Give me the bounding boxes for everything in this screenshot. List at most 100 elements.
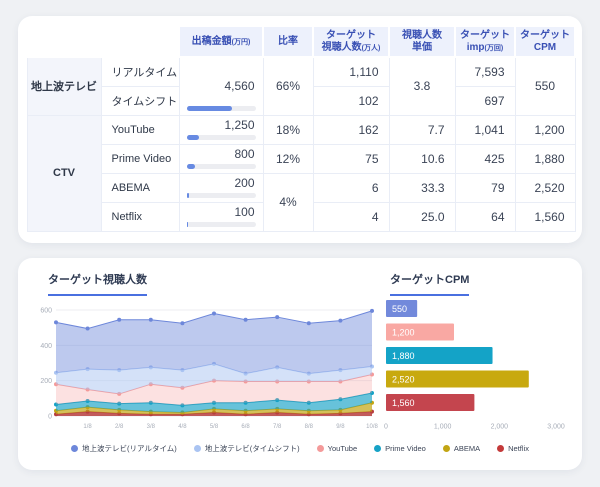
legend-label: 地上波テレビ(タイムシフト): [205, 443, 300, 454]
spend-bar-track: [187, 135, 256, 140]
col-header-unitcost: 視聴人数 単価: [389, 26, 455, 57]
col-header-cpm-line2: CPM: [516, 42, 574, 54]
svg-text:0: 0: [48, 414, 52, 421]
unitcost-cell-netflix: 25.0: [389, 202, 455, 231]
col-header-spend: 出稿金額(万円): [179, 26, 263, 57]
ratio-cell-abema-netflix: 4%: [263, 173, 313, 231]
spend-bar-track: [187, 193, 256, 198]
legend-item-2[interactable]: YouTube: [317, 444, 357, 453]
col-header-spend-unit: (万円): [232, 39, 251, 46]
spend-bar-fill: [187, 135, 199, 140]
audience-cell-prime-video: 75: [313, 144, 389, 173]
legend-marker-icon: [194, 445, 201, 452]
col-header-cpm-line1: ターゲット: [516, 30, 574, 42]
ratio-cell-youtube: 18%: [263, 115, 313, 144]
imp-cell-realtime: 7,593: [455, 57, 515, 86]
audience-cell-youtube: 162: [313, 115, 389, 144]
spend-cell-abema: 200: [179, 173, 263, 202]
cpm-cell-abema: 2,520: [515, 173, 575, 202]
svg-text:600: 600: [40, 308, 52, 315]
spend-bar-track: [187, 164, 256, 169]
svg-text:1/8: 1/8: [83, 424, 92, 430]
corner-cell: [27, 26, 179, 57]
spend-value-terrestrial: 4,560: [224, 79, 254, 93]
spend-cell-youtube: 1,250: [179, 115, 263, 144]
col-header-unitcost-line2: 単価: [390, 42, 454, 54]
spend-value-prime-video: 800: [234, 147, 254, 161]
svg-text:2,520: 2,520: [392, 375, 415, 385]
legend-marker-icon: [497, 445, 504, 452]
group-cell-terrestrial: 地上波テレビ: [27, 57, 101, 115]
legend-marker-icon: [317, 445, 324, 452]
target-cpm-bar-chart: 5501,2001,8802,5201,56001,0002,0003,000: [384, 298, 580, 438]
legend-marker-icon: [443, 445, 450, 452]
col-header-cpm: ターゲット CPM: [515, 26, 575, 57]
col-header-spend-label: 出稿金額: [192, 36, 232, 47]
svg-text:1,880: 1,880: [392, 351, 415, 361]
legend-label: Netflix: [508, 444, 529, 453]
group-cell-ctv: CTV: [27, 115, 101, 231]
svg-text:0: 0: [384, 424, 388, 431]
legend-label: YouTube: [328, 444, 357, 453]
svg-text:550: 550: [392, 304, 407, 314]
legend-item-1[interactable]: 地上波テレビ(タイムシフト): [194, 443, 300, 454]
col-header-audience-line2: 視聴人数: [322, 42, 362, 53]
row-label-abema: ABEMA: [101, 173, 179, 202]
svg-text:2/8: 2/8: [115, 424, 124, 430]
svg-text:1,560: 1,560: [392, 398, 415, 408]
col-header-unitcost-line1: 視聴人数: [390, 30, 454, 42]
svg-text:1,000: 1,000: [434, 424, 452, 431]
imp-cell-prime-video: 425: [455, 144, 515, 173]
bar-chart-title: ターゲットCPM: [390, 271, 469, 296]
area-chart-title: ターゲット視聴人数: [48, 271, 147, 296]
svg-text:10/8: 10/8: [366, 424, 378, 430]
svg-text:1,200: 1,200: [392, 328, 415, 338]
audience-cell-abema: 6: [313, 173, 389, 202]
legend-label: ABEMA: [454, 444, 480, 453]
col-header-imp-unit: (万回): [485, 45, 504, 52]
col-header-imp: ターゲット imp(万回): [455, 26, 515, 57]
imp-cell-netflix: 64: [455, 202, 515, 231]
audience-cell-timeshift: 102: [313, 86, 389, 115]
cpm-cell-netflix: 1,560: [515, 202, 575, 231]
spend-bar-fill: [187, 222, 188, 227]
spend-cell-terrestrial: 4,560: [179, 57, 263, 115]
target-audience-area-chart: 02004006001/82/83/84/85/86/87/88/89/810/…: [28, 294, 378, 438]
svg-text:8/8: 8/8: [305, 424, 314, 430]
row-label-prime-video: Prime Video: [101, 144, 179, 173]
svg-text:9/8: 9/8: [336, 424, 345, 430]
svg-text:200: 200: [40, 378, 52, 385]
legend-item-5[interactable]: Netflix: [497, 444, 529, 453]
svg-text:7/8: 7/8: [273, 424, 282, 430]
svg-text:3,000: 3,000: [547, 424, 565, 431]
row-label-timeshift: タイムシフト: [101, 86, 179, 115]
legend-marker-icon: [71, 445, 78, 452]
cpm-cell-prime-video: 1,880: [515, 144, 575, 173]
spend-value-youtube: 1,250: [224, 118, 254, 132]
spend-bar-track: [187, 106, 256, 111]
spend-bar-track: [187, 222, 256, 227]
legend-item-4[interactable]: ABEMA: [443, 444, 480, 453]
table-row-prime-video: Prime Video 800 12% 75 10.6 425 1,880: [27, 144, 575, 173]
table-row-youtube: CTV YouTube 1,250 18% 162 7.7 1,041 1,20…: [27, 115, 575, 144]
spend-value-netflix: 100: [234, 205, 254, 219]
col-header-ratio: 比率: [263, 26, 313, 57]
svg-text:4/8: 4/8: [178, 424, 187, 430]
row-label-youtube: YouTube: [101, 115, 179, 144]
unitcost-cell-abema: 33.3: [389, 173, 455, 202]
unitcost-cell-terrestrial: 3.8: [389, 57, 455, 115]
row-label-realtime: リアルタイム: [101, 57, 179, 86]
legend-item-3[interactable]: Prime Video: [374, 444, 426, 453]
table-header-row: 出稿金額(万円) 比率 ターゲット 視聴人数(万人) 視聴人数 単価 ターゲット…: [27, 26, 575, 57]
svg-text:3/8: 3/8: [147, 424, 156, 430]
spend-cell-netflix: 100: [179, 202, 263, 231]
imp-cell-timeshift: 697: [455, 86, 515, 115]
legend-label: 地上波テレビ(リアルタイム): [82, 443, 177, 454]
unitcost-cell-prime-video: 10.6: [389, 144, 455, 173]
col-header-audience: ターゲット 視聴人数(万人): [313, 26, 389, 57]
table-row-realtime: 地上波テレビ リアルタイム 4,560 66% 1,110 3.8 7,593 …: [27, 57, 575, 86]
col-header-audience-line1: ターゲット: [314, 30, 388, 42]
legend-item-0[interactable]: 地上波テレビ(リアルタイム): [71, 443, 177, 454]
table-row-abema: ABEMA 200 4% 6 33.3 79 2,520: [27, 173, 575, 202]
audience-cell-netflix: 4: [313, 202, 389, 231]
